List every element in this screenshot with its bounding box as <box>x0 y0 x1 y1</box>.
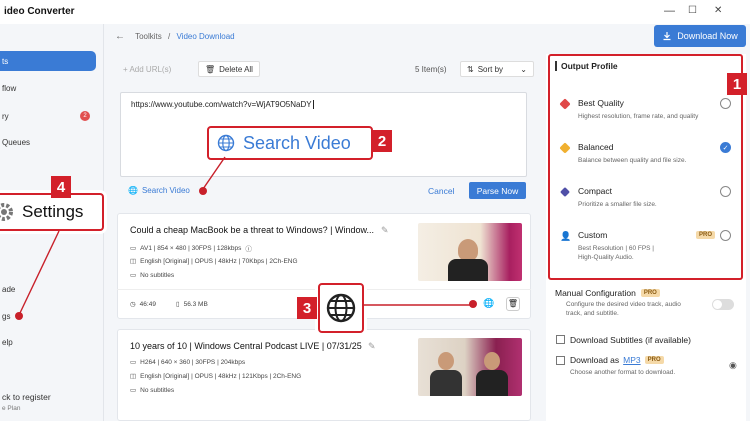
sidebar-item-history[interactable]: ry <box>2 112 9 121</box>
annotation-dot-3 <box>469 300 477 308</box>
parse-now-button[interactable]: Parse Now <box>469 182 526 199</box>
edit-icon[interactable]: ✎ <box>381 225 389 236</box>
search-video-callout: Search Video <box>207 126 373 160</box>
video-icon: ▭ <box>130 245 137 252</box>
search-web-icon[interactable]: 🌐 <box>483 298 494 309</box>
app-title: ideo Converter <box>4 6 75 17</box>
item-count: 5 Item(s) <box>415 65 447 74</box>
sort-by-dropdown[interactable]: ⇅ Sort by ⌄ <box>460 61 534 77</box>
add-url-button[interactable]: + Add URL(s) <box>123 65 171 74</box>
sidebar-item-toolkits[interactable]: ts <box>0 51 96 71</box>
mp3-pro-badge: PRO <box>644 356 664 364</box>
plan-label: e Plan <box>2 405 21 412</box>
annotation-box-1 <box>548 54 743 280</box>
download-subtitles-checkbox[interactable] <box>556 335 565 344</box>
globe-callout <box>318 283 364 333</box>
video-info: ▭ AV1 | 854 × 480 | 30FPS | 128kbps ⓘ <box>130 244 252 254</box>
register-link[interactable]: ck to register <box>2 392 51 402</box>
file-icon: ▯ <box>176 301 180 308</box>
subtitle-info: ▭ No subtitles <box>130 271 175 280</box>
annotation-dot-4 <box>15 312 23 320</box>
sidebar-item-settings[interactable]: gs <box>2 312 10 321</box>
sidebar-item-queues[interactable]: Queues <box>2 138 30 147</box>
breadcrumb: ← Toolkits / Video Download <box>115 31 235 42</box>
download-as-desc: Choose another format to download. <box>570 369 676 376</box>
delete-video-icon[interactable]: 🗑 <box>506 297 520 311</box>
edit-icon[interactable]: ✎ <box>368 341 376 352</box>
breadcrumb-root[interactable]: Toolkits <box>135 32 162 41</box>
annotation-label-4: 4 <box>51 176 71 198</box>
subtitle-icon: ▭ <box>130 272 137 279</box>
sort-icon: ⇅ <box>467 64 474 74</box>
download-icon <box>663 32 671 41</box>
sidebar-item-help[interactable]: elp <box>2 338 13 347</box>
annotation-label-3: 3 <box>297 297 317 319</box>
chevron-down-icon: ⌄ <box>520 64 527 74</box>
manual-config-toggle[interactable] <box>712 299 734 310</box>
settings-callout: Settings <box>0 193 104 231</box>
breadcrumb-current: Video Download <box>176 32 235 41</box>
back-arrow-icon[interactable]: ← <box>115 31 125 42</box>
cancel-button[interactable]: Cancel <box>428 186 454 196</box>
video-thumbnail <box>418 223 522 281</box>
download-as-checkbox[interactable] <box>556 356 565 365</box>
annotation-label-1: 1 <box>727 73 747 95</box>
title-bar <box>0 0 750 24</box>
video-title: 10 years of 10 | Windows Central Podcast… <box>130 341 362 351</box>
mp3-format-link[interactable]: MP3 <box>623 355 640 365</box>
close-icon[interactable]: ✕ <box>714 4 722 18</box>
minimize-icon[interactable]: — <box>664 4 675 18</box>
video-title: Could a cheap MacBook be a threat to Win… <box>130 225 374 235</box>
gear-icon <box>0 203 13 221</box>
annotation-pointer-3 <box>362 304 474 306</box>
audio-info: ◫ English [Original] | OPUS | 48kHz | 70K… <box>130 257 298 266</box>
globe-icon <box>217 134 235 152</box>
annotation-dot-2 <box>199 187 207 195</box>
preview-icon[interactable]: ◉ <box>729 360 737 371</box>
annotation-label-2: 2 <box>372 130 392 152</box>
file-size: ▯ 56.3 MB <box>176 300 208 309</box>
search-video-link[interactable]: 🌐 Search Video <box>128 186 190 195</box>
audio-info: ◫ English [Original] | OPUS | 48kHz | 121… <box>130 372 302 381</box>
video-thumbnail <box>418 338 522 396</box>
download-subtitles-label: Download Subtitles (if available) <box>570 335 691 345</box>
manual-pro-badge: PRO <box>640 289 660 297</box>
audio-icon: ◫ <box>130 258 137 265</box>
history-count-badge: 2 <box>80 111 90 121</box>
download-as-label: Download as MP3 PRO <box>570 355 664 365</box>
sidebar-item-workflow[interactable]: flow <box>2 84 16 93</box>
subtitle-icon: ▭ <box>130 387 137 394</box>
clock-icon: ◷ <box>130 301 136 308</box>
globe-icon <box>326 293 356 323</box>
info-icon: ⓘ <box>245 246 252 253</box>
duration: ◷ 46:49 <box>130 300 156 309</box>
globe-icon: 🌐 <box>128 186 138 195</box>
video-info: ▭ H264 | 640 × 360 | 30FPS | 204kbps <box>130 358 246 367</box>
audio-icon: ◫ <box>130 373 137 380</box>
trash-icon: 🗑 <box>205 64 216 74</box>
delete-all-button[interactable]: 🗑 Delete All <box>198 61 260 77</box>
maximize-icon[interactable]: ☐ <box>688 4 697 18</box>
manual-config-label: Manual Configuration PRO <box>555 288 660 298</box>
download-now-button[interactable]: Download Now <box>654 25 746 47</box>
video-icon: ▭ <box>130 359 137 366</box>
subtitle-info: ▭ No subtitles <box>130 386 175 395</box>
manual-config-desc: Configure the desired video track, audio… <box>566 301 681 317</box>
annotation-pointer-4 <box>19 230 60 314</box>
